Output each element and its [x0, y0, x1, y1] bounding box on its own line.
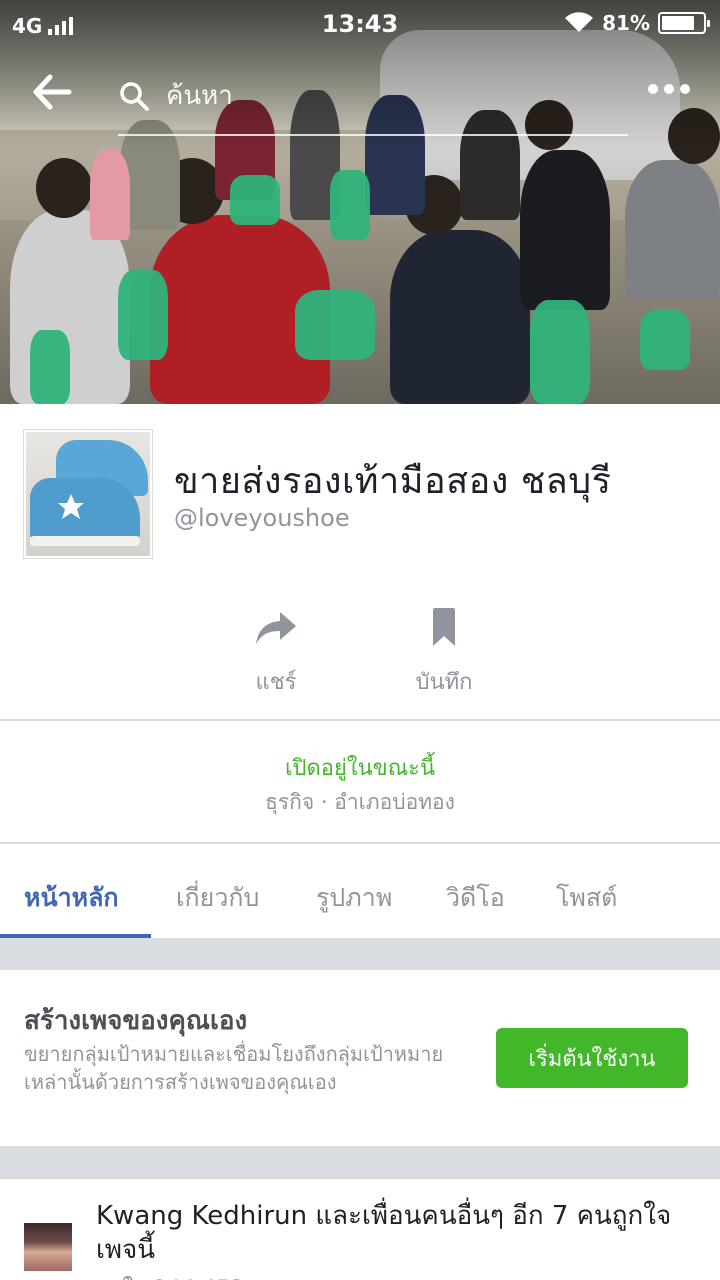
search-icon — [120, 82, 149, 111]
cover-green-bag — [530, 300, 590, 404]
cover-green-bag — [118, 270, 168, 360]
back-arrow-icon — [33, 74, 72, 110]
share-icon — [256, 612, 296, 644]
save-button[interactable]: บันทึก — [374, 604, 514, 699]
more-dot-icon — [680, 84, 690, 94]
bookmark-icon — [433, 608, 455, 646]
cover-green-bag — [295, 290, 375, 360]
battery-fill — [662, 16, 695, 30]
page-title: ขายส่งรองเท้ามือสอง ชลบุรี — [174, 461, 612, 502]
cover-green-bag — [640, 310, 690, 370]
more-dot-icon — [664, 84, 674, 94]
more-dot-icon — [648, 84, 658, 94]
share-label: แชร์ — [255, 670, 297, 695]
cover-person-head — [36, 158, 92, 218]
wifi-icon — [565, 12, 594, 32]
like-count: ถูกใจ 244,453 คน — [96, 1271, 281, 1280]
search-bar[interactable] — [118, 72, 628, 136]
section-gap — [0, 938, 720, 970]
page-avatar[interactable] — [24, 430, 152, 558]
cover-person — [520, 150, 610, 310]
status-bar: 4G 13:43 81% — [0, 0, 720, 50]
battery-percent: 81% — [602, 11, 650, 35]
cover-person — [90, 150, 130, 240]
tab-posts[interactable]: โพสต์ — [556, 878, 617, 918]
cover-person — [625, 160, 720, 300]
tab-home[interactable]: หน้าหลัก — [24, 878, 119, 918]
page-actions: แชร์ บันทึก — [0, 604, 720, 704]
friend-avatar[interactable] — [24, 1223, 72, 1271]
star-logo-icon — [58, 494, 84, 519]
cover-green-bag — [30, 330, 70, 404]
share-button[interactable]: แชร์ — [206, 604, 346, 699]
cover-green-bag — [230, 175, 280, 225]
search-underline — [118, 134, 628, 136]
tab-videos[interactable]: วิดีโอ — [446, 878, 505, 918]
page-tabs: หน้าหลัก เกี่ยวกับ รูปภาพ วิดีโอ โพสต์ — [0, 844, 720, 938]
section-gap — [0, 1146, 720, 1178]
friends-like-text[interactable]: Kwang Kedhirun และเพื่อนคนอื่นๆ อีก 7 คน… — [96, 1199, 696, 1267]
status-right: 81% — [564, 11, 710, 35]
create-page-title: สร้างเพจของคุณเอง — [24, 1006, 248, 1036]
battery-icon — [658, 12, 710, 34]
top-nav — [0, 60, 720, 136]
tab-photos[interactable]: รูปภาพ — [316, 878, 392, 918]
page-profile-header: ขายส่งรองเท้ามือสอง ชลบุรี @loveyoushoe … — [0, 404, 720, 720]
open-status: เปิดอยู่ในขณะนี้ — [285, 756, 435, 781]
save-label: บันทึก — [415, 670, 473, 695]
section-divider — [0, 719, 720, 721]
page-username: @loveyoushoe — [174, 504, 350, 532]
cover-person — [390, 230, 530, 404]
back-button[interactable] — [32, 74, 78, 118]
likes-card: Kwang Kedhirun และเพื่อนคนอื่นๆ อีก 7 คน… — [0, 1178, 720, 1280]
get-started-button[interactable]: เริ่มต้นใช้งาน — [496, 1028, 688, 1088]
cover-green-bag — [330, 170, 370, 240]
create-page-card: สร้างเพจของคุณเอง ขยายกลุ่มเป้าหมายและเช… — [0, 970, 720, 1146]
tab-about[interactable]: เกี่ยวกับ — [176, 878, 259, 918]
create-page-description: ขยายกลุ่มเป้าหมายและเชื่อมโยงถึงกลุ่มเป้… — [24, 1042, 444, 1094]
avatar-shoe-sole — [30, 536, 140, 546]
more-options-button[interactable] — [648, 84, 690, 94]
search-input[interactable] — [166, 74, 526, 118]
page-category[interactable]: ธุรกิจ · อำเภอบ่อทอง — [0, 786, 720, 819]
